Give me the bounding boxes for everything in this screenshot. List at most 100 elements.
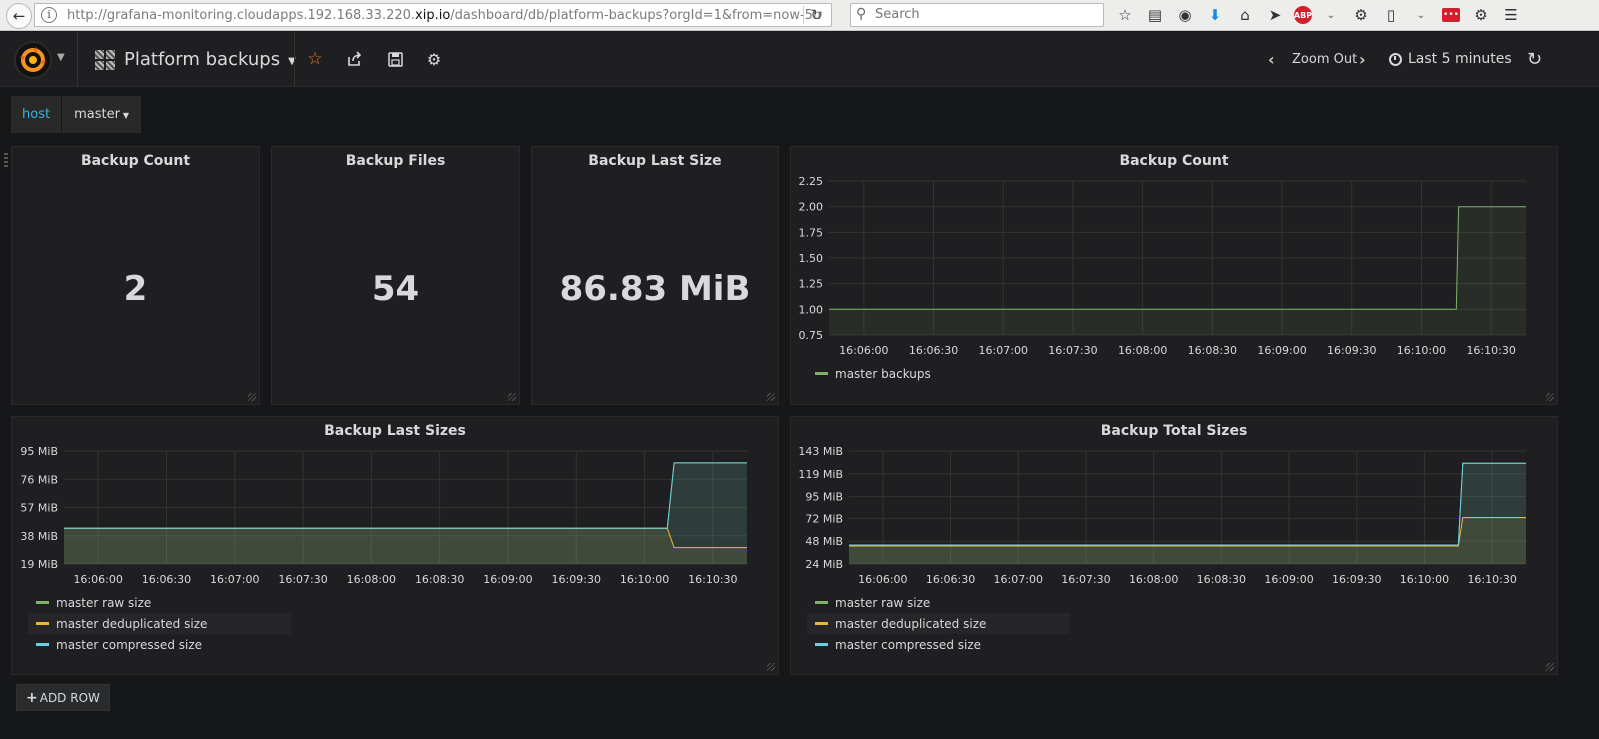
y-tick-label: 0.75 (799, 329, 824, 342)
x-tick-label: 16:08:00 (347, 573, 396, 586)
variable-value: master (74, 107, 120, 122)
grafana-logo-icon[interactable] (14, 41, 52, 79)
variable-dropdown[interactable]: master ▼ (62, 96, 142, 133)
legend-label: master compressed size (56, 637, 203, 652)
share-icon[interactable] (342, 46, 368, 72)
gear-icon[interactable]: ⚙ (421, 46, 447, 72)
time-picker-button[interactable]: Last 5 minutes (1389, 46, 1512, 72)
x-tick-label: 16:09:30 (1327, 344, 1376, 357)
legend-item[interactable]: master raw size (807, 592, 1070, 613)
panel-backup-count-graph[interactable]: Backup Count 0.75 1.00 1.25 1.50 1.75 2.00 2.2… (790, 146, 1558, 405)
panel-backup-total-sizes-graph[interactable]: Backup Total Sizes 24 MiB 48 MiB 72 MiB 95 … (790, 416, 1558, 675)
add-row-label: ADD ROW (39, 690, 100, 705)
x-tick-label: 16:10:30 (688, 573, 737, 586)
panel-backup-last-size-stat[interactable]: Backup Last Size 86.83 MiB (531, 146, 779, 405)
x-tick-label: 16:06:00 (73, 573, 122, 586)
x-tick-label: 16:09:00 (483, 573, 532, 586)
legend-label: master backups (835, 366, 931, 381)
legend-item[interactable]: master deduplicated size (28, 613, 291, 634)
info-icon[interactable]: i (41, 7, 57, 23)
resize-handle-icon[interactable] (1546, 393, 1554, 401)
y-tick-label: 2.00 (799, 201, 824, 214)
y-tick-label: 95 MiB (805, 491, 843, 504)
row-drag-handle[interactable] (4, 153, 8, 167)
star-icon[interactable]: ☆ (302, 46, 328, 72)
panel-backup-last-sizes-graph[interactable]: Backup Last Sizes 19 MiB 38 MiB 57 MiB 76 M… (11, 416, 779, 675)
back-button[interactable]: ← (6, 3, 32, 29)
bug-icon[interactable]: ⚙ (1468, 4, 1494, 26)
zoom-out-label: Zoom Out (1292, 51, 1358, 67)
panel-title[interactable]: Backup Count (12, 153, 259, 169)
resize-handle-icon[interactable] (1546, 663, 1554, 671)
x-tick-label: 16:08:00 (1129, 573, 1178, 586)
reload-icon[interactable]: ↻ (803, 6, 823, 24)
download-icon[interactable]: ⬇ (1202, 4, 1228, 26)
y-tick-label: 1.75 (799, 226, 824, 239)
legend-swatch-icon (815, 622, 828, 625)
x-tick-label: 16:07:30 (1048, 344, 1097, 357)
legend-item[interactable]: master compressed size (28, 634, 291, 655)
legend-item[interactable]: master backups (807, 363, 931, 384)
resize-handle-icon[interactable] (767, 663, 775, 671)
pocket-icon[interactable]: ◉ (1172, 4, 1198, 26)
legend-swatch-icon (815, 643, 828, 646)
legend-item[interactable]: master deduplicated size (807, 613, 1070, 634)
x-tick-label: 16:06:00 (839, 344, 888, 357)
zoom-out-button[interactable]: Zoom Out (1292, 46, 1357, 72)
clipboard-menu-icon[interactable]: ⌄ (1408, 4, 1434, 26)
resize-handle-icon[interactable] (248, 393, 256, 401)
reading-list-icon[interactable]: ▤ (1142, 4, 1168, 26)
search-input[interactable] (875, 7, 1095, 22)
menu-icon[interactable]: ☰ (1498, 4, 1524, 26)
legend-swatch-icon (36, 643, 49, 646)
search-bar[interactable]: ⚲ (850, 3, 1104, 27)
refresh-button[interactable]: ↻ (1527, 46, 1542, 72)
panel-title[interactable]: Backup Last Size (532, 153, 778, 169)
panel-title[interactable]: Backup Files (272, 153, 519, 169)
x-tick-label: 16:10:00 (1397, 344, 1446, 357)
chart-legend: master raw size master deduplicated size m… (28, 592, 291, 655)
chevron-right-icon: › (1359, 49, 1366, 69)
url-bar[interactable]: i http://grafana-monitoring.cloudapps.19… (34, 3, 832, 27)
panel-backup-files-stat[interactable]: Backup Files 54 (271, 146, 520, 405)
browser-toolbar: ← i http://grafana-monitoring.cloudapps.… (0, 0, 1599, 31)
url-domain: xip.io (415, 8, 451, 23)
x-tick-label: 16:09:00 (1257, 344, 1306, 357)
resize-handle-icon[interactable] (767, 393, 775, 401)
resize-handle-icon[interactable] (508, 393, 516, 401)
zoom-back-button[interactable]: ‹ (1268, 46, 1275, 72)
browser-extension-icons: ☆ ▤ ◉ ⬇ ⌂ ➤ ABP ⌄ ⚙ ▯ ⌄ ••• ⚙ ☰ (1112, 4, 1528, 26)
home-icon[interactable]: ⌂ (1232, 4, 1258, 26)
adblock-icon[interactable]: ABP (1292, 4, 1314, 26)
logo-caret-icon[interactable]: ▼ (57, 52, 65, 63)
send-icon[interactable]: ➤ (1262, 4, 1288, 26)
x-tick-label: 16:07:30 (278, 573, 327, 586)
legend-item[interactable]: master compressed size (807, 634, 1070, 655)
panel-backup-count-stat[interactable]: Backup Count 2 (11, 146, 260, 405)
bookmark-star-icon[interactable]: ☆ (1112, 4, 1138, 26)
x-tick-label: 16:09:30 (552, 573, 601, 586)
legend-label: master deduplicated size (835, 616, 987, 631)
y-tick-label: 19 MiB (20, 558, 58, 571)
y-tick-label: 1.50 (799, 252, 824, 265)
save-icon[interactable] (382, 46, 408, 72)
clipboard-icon[interactable]: ▯ (1378, 4, 1404, 26)
add-row-button[interactable]: + ADD ROW (16, 684, 110, 711)
legend-item[interactable]: master raw size (28, 592, 291, 613)
lastpass-icon[interactable]: ••• (1438, 4, 1464, 26)
refresh-icon: ↻ (1527, 48, 1543, 70)
legend-swatch-icon (36, 601, 49, 604)
y-tick-label: 2.25 (799, 175, 824, 188)
nav-divider (294, 32, 295, 87)
legend-swatch-icon (815, 372, 828, 375)
x-tick-label: 16:07:30 (1061, 573, 1110, 586)
y-tick-label: 95 MiB (20, 445, 58, 458)
adblock-menu-icon[interactable]: ⌄ (1318, 4, 1344, 26)
x-tick-label: 16:06:00 (858, 573, 907, 586)
zoom-forward-button[interactable]: › (1359, 46, 1366, 72)
url-text[interactable]: http://grafana-monitoring.cloudapps.192.… (67, 8, 822, 23)
extension-icon[interactable]: ⚙ (1348, 4, 1374, 26)
x-tick-label: 16:08:30 (1197, 573, 1246, 586)
x-tick-label: 16:07:00 (210, 573, 259, 586)
dashboard-picker[interactable]: Platform backups ▼ (95, 32, 296, 87)
